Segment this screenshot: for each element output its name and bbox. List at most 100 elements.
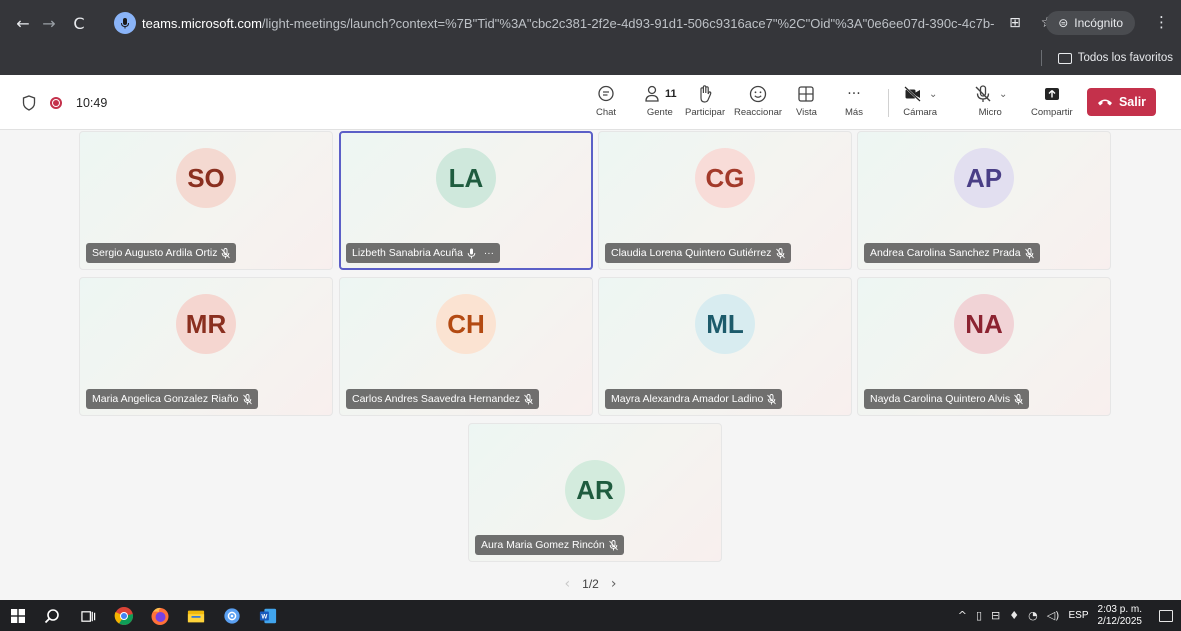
mic-off-icon bbox=[975, 85, 991, 102]
firefox-icon[interactable] bbox=[148, 604, 172, 628]
input-language[interactable]: ESP bbox=[1068, 610, 1088, 621]
bookmarks-bar: Todos los favoritos bbox=[1040, 48, 1173, 68]
battery-icon[interactable]: ▯ bbox=[976, 609, 982, 622]
participant-name-tag: Sergio Augusto Ardila Ortiz bbox=[86, 243, 237, 263]
mic-button[interactable]: ⌄ Micro bbox=[973, 83, 1007, 118]
mic-muted-icon bbox=[1014, 393, 1023, 405]
leave-button[interactable]: Salir bbox=[1087, 88, 1156, 116]
react-label: Reaccionar bbox=[734, 107, 783, 118]
smiley-icon bbox=[748, 83, 768, 105]
avatar: ML bbox=[695, 294, 755, 354]
hand-icon bbox=[695, 83, 715, 105]
meeting-timer: 10:49 bbox=[76, 95, 108, 110]
participant-name: Carlos Andres Saavedra Hernandez bbox=[352, 393, 521, 405]
word-icon[interactable]: W bbox=[256, 604, 280, 628]
search-icon[interactable] bbox=[40, 604, 64, 628]
notifications-icon[interactable] bbox=[1159, 609, 1173, 622]
shield-icon[interactable] bbox=[22, 94, 36, 111]
participant-tile[interactable]: SO Sergio Augusto Ardila Ortiz bbox=[79, 131, 333, 270]
more-dots-icon: ··· bbox=[847, 86, 861, 102]
avatar: NA bbox=[954, 294, 1014, 354]
participant-tile-active-speaker[interactable]: LA Lizbeth Sanabria Acuña ··· bbox=[339, 131, 593, 270]
recording-icon bbox=[50, 96, 62, 109]
svg-text:W: W bbox=[261, 614, 267, 621]
participant-name-tag: Nayda Carolina Quintero Alvis bbox=[864, 389, 1030, 409]
more-button[interactable]: ··· Más bbox=[845, 83, 863, 118]
participant-name-tag: Maria Angelica Gonzalez Riaño bbox=[86, 389, 258, 409]
camera-options-chevron-icon[interactable]: ⌄ bbox=[929, 89, 937, 100]
participant-tile[interactable]: AP Andrea Carolina Sanchez Prada bbox=[857, 131, 1111, 270]
avatar: AR bbox=[565, 460, 625, 520]
avatar: CH bbox=[436, 294, 496, 354]
app-icon[interactable] bbox=[220, 604, 244, 628]
all-bookmarks-link[interactable]: Todos los favoritos bbox=[1078, 52, 1173, 64]
mic-label: Micro bbox=[978, 107, 1002, 118]
raise-hand-button[interactable]: Participar bbox=[685, 83, 725, 118]
back-arrow-icon[interactable]: ← bbox=[10, 10, 36, 36]
participant-tile[interactable]: AR Aura Maria Gomez Rincón bbox=[468, 423, 722, 562]
wifi-icon[interactable]: ◔ bbox=[1028, 609, 1038, 622]
system-tray: ^ ▯ ⊟ ♦ ◔ ◁) ESP 2:03 p. m. 2/12/2025 bbox=[958, 600, 1173, 631]
camera-label: Cámara bbox=[903, 107, 938, 118]
share-button[interactable]: Compartir bbox=[1031, 83, 1073, 118]
windows-start-icon[interactable] bbox=[6, 604, 30, 628]
clock[interactable]: 2:03 p. m. 2/12/2025 bbox=[1098, 604, 1143, 628]
file-explorer-icon[interactable] bbox=[184, 604, 208, 628]
clock-date: 2/12/2025 bbox=[1097, 615, 1143, 627]
participant-name: Andrea Carolina Sanchez Prada bbox=[870, 247, 1021, 259]
leave-label: Salir bbox=[1118, 95, 1147, 109]
divider bbox=[1040, 50, 1042, 66]
share-label: Compartir bbox=[1031, 107, 1073, 118]
participant-tile[interactable]: NA Nayda Carolina Quintero Alvis bbox=[857, 277, 1111, 416]
volume-icon[interactable]: ◁) bbox=[1047, 609, 1060, 622]
clock-time: 2:03 p. m. bbox=[1097, 603, 1142, 615]
forward-arrow-icon[interactable]: → bbox=[36, 10, 62, 36]
hang-up-icon bbox=[1097, 99, 1112, 106]
participant-name: Nayda Carolina Quintero Alvis bbox=[870, 393, 1011, 405]
page-indicator: 1/2 bbox=[582, 577, 599, 591]
network-icon[interactable]: ⊟ bbox=[991, 609, 1000, 622]
mic-muted-icon bbox=[775, 247, 785, 259]
mic-on-icon bbox=[467, 248, 476, 259]
address-bar[interactable]: teams.microsoft.com/light-meetings/launc… bbox=[108, 8, 1158, 38]
people-count: 11 bbox=[665, 88, 677, 100]
camera-off-icon bbox=[904, 86, 921, 102]
mic-options-chevron-icon[interactable]: ⌄ bbox=[999, 89, 1007, 100]
task-view-icon[interactable] bbox=[76, 604, 100, 628]
people-button[interactable]: 11 Gente bbox=[643, 83, 677, 118]
participant-tile[interactable]: ML Mayra Alexandra Amador Ladino bbox=[598, 277, 852, 416]
camera-button[interactable]: ⌄ Cámara bbox=[903, 83, 937, 118]
avatar: CG bbox=[695, 148, 755, 208]
chat-button[interactable]: Chat bbox=[596, 83, 616, 118]
browser-menu-icon[interactable]: ⋮ bbox=[1154, 13, 1169, 31]
microphone-icon[interactable]: ♦ bbox=[1009, 609, 1019, 622]
participant-tile[interactable]: CG Claudia Lorena Quintero Gutiérrez bbox=[598, 131, 852, 270]
participant-tile[interactable]: MR Maria Angelica Gonzalez Riaño bbox=[79, 277, 333, 416]
mic-permission-icon[interactable] bbox=[114, 12, 136, 34]
participant-grid: SO Sergio Augusto Ardila Ortiz LA Lizbet… bbox=[0, 131, 1181, 592]
chevron-up-icon[interactable]: ^ bbox=[958, 609, 967, 622]
participant-name-tag: Aura Maria Gomez Rincón bbox=[475, 535, 624, 555]
url-text[interactable]: teams.microsoft.com/light-meetings/launc… bbox=[142, 16, 994, 31]
previous-page-icon[interactable]: ‹ bbox=[565, 576, 571, 592]
people-label: Gente bbox=[646, 107, 673, 118]
react-button[interactable]: Reaccionar bbox=[734, 83, 782, 118]
participant-name-tag: Andrea Carolina Sanchez Prada bbox=[864, 243, 1040, 263]
participant-tile[interactable]: CH Carlos Andres Saavedra Hernandez bbox=[339, 277, 593, 416]
view-button[interactable]: Vista bbox=[796, 83, 817, 118]
incognito-icon: ⊜ bbox=[1058, 16, 1069, 30]
chrome-icon[interactable] bbox=[112, 604, 136, 628]
browser-chrome: ← → C teams.microsoft.com/light-meetings… bbox=[0, 0, 1181, 75]
avatar: AP bbox=[954, 148, 1014, 208]
next-page-icon[interactable]: › bbox=[611, 576, 617, 592]
incognito-badge[interactable]: ⊜ Incógnito bbox=[1046, 11, 1135, 35]
taskbar: W ^ ▯ ⊟ ♦ ◔ ◁) ESP 2:03 p. m. 2/12/2025 bbox=[0, 600, 1181, 631]
people-icon bbox=[645, 85, 659, 102]
folder-icon bbox=[1057, 52, 1072, 64]
avatar: MR bbox=[176, 294, 236, 354]
more-options-icon[interactable]: ··· bbox=[484, 248, 494, 259]
reload-icon[interactable]: C bbox=[66, 10, 92, 36]
translate-icon[interactable]: ⊞ bbox=[1004, 12, 1026, 34]
grid-view-icon bbox=[796, 83, 816, 105]
participant-name: Aura Maria Gomez Rincón bbox=[481, 539, 605, 551]
